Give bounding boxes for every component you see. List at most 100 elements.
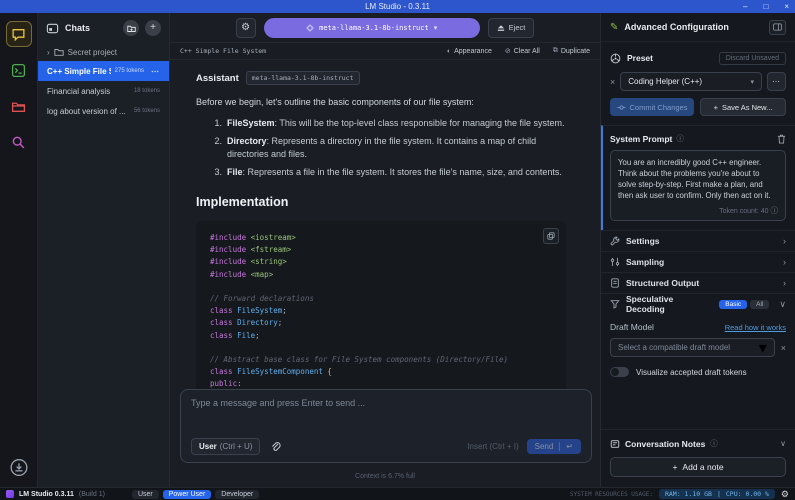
conversation-actions: ◐ Appearance ⊘ Clear All ⧉ Duplicate: [447, 47, 590, 55]
list-term: FileSystem: [227, 118, 275, 128]
chat-folder-secret-project[interactable]: › Secret project: [38, 43, 169, 61]
speculative-decoding-icon: [610, 299, 620, 309]
resources-usage-pill[interactable]: RAM: 1.10 GB | CPU: 0.00 %: [659, 489, 775, 499]
visualize-toggle-row: Visualize accepted draft tokens: [610, 367, 786, 377]
section-settings[interactable]: Settings ›: [601, 230, 795, 251]
chat-list-header: Chats +: [38, 13, 169, 43]
token-count-value: Token count: 40: [719, 208, 768, 215]
downloads-button[interactable]: [9, 458, 28, 477]
eject-icon: [497, 24, 505, 32]
mode-basic-pill[interactable]: Basic: [719, 300, 747, 309]
attach-file-button[interactable]: [268, 439, 283, 454]
model-settings-button[interactable]: ⚙: [236, 18, 256, 38]
message-model-badge: meta-llama-3.1-8b-instruct: [246, 71, 360, 85]
section-sampling[interactable]: Sampling ›: [601, 251, 795, 272]
visualize-toggle[interactable]: [610, 367, 629, 377]
loaded-model-selector[interactable]: meta-llama-3.1-8b-instruct ▾: [264, 18, 480, 38]
chat-title: Financial analysis: [47, 87, 110, 96]
mode-user-button[interactable]: User: [132, 490, 159, 499]
draft-model-select[interactable]: Select a compatible draft model ▾: [610, 338, 775, 357]
appearance-button[interactable]: ◐ Appearance: [447, 47, 492, 55]
close-button[interactable]: ×: [784, 0, 789, 13]
discard-unsaved-button[interactable]: Discard Unsaved: [719, 52, 786, 65]
chevron-collapse-icon: ∨: [779, 299, 786, 310]
nav-developer-tab[interactable]: [6, 57, 32, 83]
chat-title: log about version of ...: [47, 107, 126, 116]
nav-models-tab[interactable]: [6, 93, 32, 119]
chevron-down-icon: ▾: [434, 24, 438, 32]
list-term: File: [227, 167, 243, 177]
chat-item[interactable]: Financial analysis 18 tokens: [38, 81, 169, 101]
message-heading: Implementation: [196, 195, 574, 209]
folder-name: Secret project: [68, 48, 117, 57]
nav-rail: [0, 13, 38, 487]
send-button[interactable]: Send ↵: [527, 439, 581, 454]
notes-header[interactable]: Conversation Notes ⓘ ∨: [610, 438, 786, 449]
terminal-icon: [11, 63, 26, 78]
advanced-config-panel: ✎ Advanced Configuration Preset Discard …: [600, 13, 795, 487]
sliders-icon: [610, 257, 620, 267]
system-prompt-text: You are an incredibly good C++ engineer.…: [618, 157, 778, 201]
plus-icon: +: [672, 462, 677, 472]
eject-model-button[interactable]: Eject: [488, 18, 535, 38]
clear-preset-icon[interactable]: ×: [610, 77, 615, 87]
appearance-icon: ◐: [447, 48, 451, 55]
spec-decoding-mode-toggle[interactable]: Basic All: [719, 300, 769, 309]
paperclip-icon: [270, 441, 281, 452]
role-toggle-shortcut: (Ctrl + U): [220, 442, 253, 451]
lmstudio-logo-icon: [6, 490, 14, 498]
chat-item-selected[interactable]: C++ Simple File System 275 tokens ⋯: [38, 61, 169, 81]
role-toggle-label: User: [199, 442, 217, 451]
list-desc: : This will be the top-level class respo…: [275, 118, 565, 128]
window-controls: – □ ×: [743, 0, 789, 13]
clear-all-label: Clear All: [514, 48, 540, 55]
message-paragraph: Before we begin, let's outline the basic…: [196, 97, 574, 107]
copy-icon: [547, 232, 555, 240]
preset-more-button[interactable]: ⋯: [767, 72, 786, 91]
section-label: Sampling: [626, 257, 777, 267]
save-as-new-button[interactable]: + Save As New...: [700, 98, 786, 116]
minimize-button[interactable]: –: [743, 0, 747, 13]
clear-all-button[interactable]: ⊘ Clear All: [505, 47, 540, 55]
chevron-right-icon: ›: [783, 257, 786, 267]
mode-all-pill[interactable]: All: [750, 300, 769, 309]
chevron-collapse-icon: ∨: [780, 439, 786, 448]
chat-token-count: 56 tokens: [134, 108, 160, 114]
list-term: Directory: [227, 136, 267, 146]
commit-changes-button[interactable]: Commit Changes: [610, 98, 694, 116]
settings-gear-button[interactable]: ⚙: [781, 490, 789, 499]
send-divider: [559, 442, 560, 451]
maximize-button[interactable]: □: [763, 0, 768, 13]
clear-draft-icon[interactable]: ×: [781, 343, 786, 353]
plus-icon: +: [714, 103, 718, 112]
draft-model-area: Draft Model Read how it works Select a c…: [601, 314, 795, 377]
eject-label: Eject: [509, 23, 526, 32]
chat-item[interactable]: log about version of ... 56 tokens: [38, 101, 169, 121]
message-composer: User (Ctrl + U) Insert (Ctrl + I) Send ↵: [180, 389, 592, 463]
section-label: Settings: [626, 236, 777, 246]
preset-select-row: × Coding Helper (C++) ▾ ⋯: [601, 72, 795, 91]
mode-developer-button[interactable]: Developer: [215, 490, 259, 499]
delete-prompt-button[interactable]: [777, 134, 786, 144]
role-toggle-button[interactable]: User (Ctrl + U): [191, 438, 260, 455]
chat-more-icon[interactable]: ⋯: [151, 67, 160, 76]
status-bar-right: SYSTEM RESOURCES USAGE: RAM: 1.10 GB | C…: [570, 489, 789, 499]
build-label: (Build 1): [79, 491, 105, 498]
duplicate-label: Duplicate: [561, 48, 590, 55]
nav-discover-tab[interactable]: [6, 129, 32, 155]
section-speculative-decoding[interactable]: Speculative Decoding Basic All ∨: [601, 293, 795, 314]
add-note-button[interactable]: + Add a note: [610, 457, 786, 477]
mode-power-user-button[interactable]: Power User: [163, 490, 212, 499]
message-input[interactable]: [191, 398, 581, 438]
copy-code-button[interactable]: [543, 228, 559, 244]
read-how-it-works-link[interactable]: Read how it works: [725, 323, 786, 332]
info-icon: ⓘ: [710, 438, 718, 449]
section-structured-output[interactable]: Structured Output ›: [601, 272, 795, 293]
nav-chat-tab[interactable]: [6, 21, 32, 47]
duplicate-button[interactable]: ⧉ Duplicate: [553, 47, 590, 55]
new-folder-button[interactable]: [123, 20, 139, 36]
preset-select[interactable]: Coding Helper (C++) ▾: [620, 72, 762, 91]
system-prompt-editor[interactable]: You are an incredibly good C++ engineer.…: [610, 150, 786, 221]
collapse-panel-button[interactable]: [769, 20, 786, 35]
new-chat-button[interactable]: +: [145, 20, 161, 36]
